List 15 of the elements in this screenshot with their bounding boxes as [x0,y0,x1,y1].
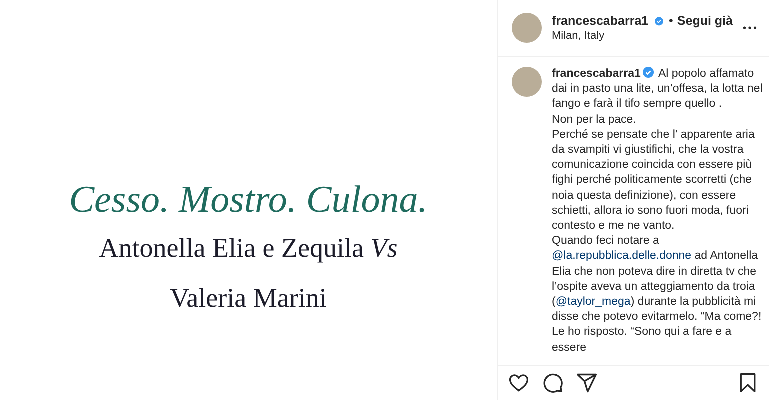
subtitle-line: Valeria Marini [170,282,327,315]
separator-dot: • [669,14,674,28]
location-link[interactable]: Milan, Italy [552,30,733,42]
mention-link[interactable]: @la.repubblica.delle.donne [552,250,692,262]
username-link[interactable]: francescabarra1 [552,68,641,80]
caption-text: francescabarra1 Al popolo affamato dai in pasto una lite, un’offesa, la lotta nel fango e farà il tifo sempre quello . Non per la pace. Perché se pensate che l’ apparente aria da svampiti vi giustifichi, che la vostra comunicazione coincida con essere più fighi perché politicamente scorretti (che noia questa definizione), con essere schietti, allora io sono fuori moda, fuori contesto e me ne vanto. Quando feci notare a @la.repubblica.delle.donne ad Antonella Elia che non poteva dire in diretta tv che l’ospite aveva un atteggiamento da troia (@taylor_mega) durante la pubblicità mi disse che potevo evitarmelo. “Ma come?! Le ho risposto. “Sono qui a fare e a essere [552,67,763,356]
comment-icon[interactable] [542,372,564,394]
username-link[interactable]: francescabarra1 [552,14,649,28]
mention-link[interactable]: @taylor_mega [556,296,631,308]
subtitle-line: Antonella Elia e Zequila Vs [99,232,398,265]
more-options-icon[interactable] [743,26,757,30]
heart-icon[interactable] [508,372,530,394]
headline: Cesso. Mostro. Culona. [69,178,428,223]
share-icon[interactable] [576,372,598,394]
following-button[interactable]: Segui già [677,14,733,28]
